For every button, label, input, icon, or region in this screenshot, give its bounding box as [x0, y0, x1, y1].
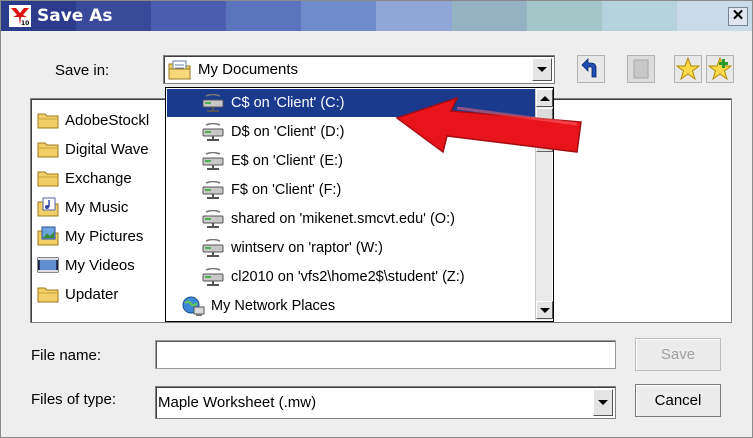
title-bar-segment	[226, 1, 302, 31]
dropdown-item-label: wintserv on 'raptor' (W:)	[231, 240, 383, 256]
dropdown-item-o-drive[interactable]: shared on 'mikenet.smcvt.edu' (O:)	[167, 205, 535, 233]
list-item[interactable]: Updater	[37, 282, 169, 306]
maple-app-icon: 10	[9, 5, 31, 27]
folder-icon	[37, 171, 59, 187]
title-bar-segment	[301, 1, 377, 31]
dropdown-item-label: F$ on 'Client' (F:)	[231, 182, 342, 198]
network-drive-icon	[202, 239, 224, 257]
dropdown-item-label: D$ on 'Client' (D:)	[231, 124, 345, 140]
save-in-dropdown-button[interactable]	[532, 58, 552, 81]
title-bar-segment	[526, 1, 602, 31]
files-of-type-combo[interactable]: Maple Worksheet (.mw)	[155, 386, 616, 419]
dropdown-item-label: E$ on 'Client' (E:)	[231, 153, 343, 169]
star-icon	[676, 57, 700, 81]
network-drive-icon	[202, 210, 224, 228]
network-drive-icon	[202, 152, 224, 170]
title-bar-segment	[151, 1, 227, 31]
svg-text:10: 10	[21, 20, 29, 27]
new-folder-button[interactable]	[627, 55, 655, 83]
file-label: My Pictures	[65, 227, 144, 245]
list-item[interactable]: My Pictures	[37, 224, 169, 248]
title-bar-segment	[451, 1, 527, 31]
window-title: Save As	[37, 6, 113, 26]
folder-icon	[37, 287, 59, 303]
close-icon: ✕	[731, 7, 745, 24]
dropdown-item-label: shared on 'mikenet.smcvt.edu' (O:)	[231, 211, 455, 227]
network-drive-icon	[202, 94, 224, 112]
dropdown-item-f-drive[interactable]: F$ on 'Client' (F:)	[167, 176, 535, 204]
network-drive-icon	[202, 123, 224, 141]
folder-documents-icon	[168, 60, 191, 79]
videos-folder-icon	[37, 257, 59, 273]
save-as-dialog: 10 Save As ✕ Save in: My Documents Adobe…	[0, 0, 753, 438]
network-drive-icon	[202, 181, 224, 199]
file-label: Digital Wave	[65, 140, 149, 158]
list-item[interactable]: Digital Wave	[37, 137, 169, 161]
folder-icon	[37, 142, 59, 158]
chevron-down-icon	[598, 400, 608, 405]
folder-icon	[37, 113, 59, 129]
network-places-icon	[182, 296, 205, 316]
title-bar-segment	[376, 1, 452, 31]
files-of-type-label: Files of type:	[31, 391, 117, 408]
file-label: My Music	[65, 198, 129, 216]
save-in-value: My Documents	[198, 61, 299, 78]
up-folder-button[interactable]	[577, 55, 605, 83]
dropdown-item-label: cl2010 on 'vfs2\home2$\student' (Z:)	[231, 269, 465, 285]
up-arrow-icon	[581, 58, 597, 78]
list-item[interactable]: My Videos	[37, 253, 169, 277]
star-add-icon	[708, 57, 732, 81]
list-item[interactable]: My Music	[37, 195, 169, 219]
music-folder-icon	[37, 197, 59, 217]
scroll-down-button[interactable]	[536, 301, 553, 319]
chevron-down-icon	[537, 67, 547, 72]
title-bar-segment	[601, 1, 677, 31]
files-of-type-dropdown-button[interactable]	[593, 389, 613, 416]
save-button[interactable]: Save	[635, 338, 721, 371]
save-in-label: Save in:	[55, 62, 110, 79]
save-in-combo[interactable]: My Documents	[163, 55, 555, 84]
file-label: My Videos	[65, 256, 135, 274]
list-item[interactable]: AdobeStockl	[37, 108, 169, 132]
file-name-label: File name:	[31, 347, 102, 364]
network-drive-icon	[202, 268, 224, 286]
list-item[interactable]: Exchange	[37, 166, 169, 190]
file-label: Exchange	[65, 169, 132, 187]
title: 10 Save As	[9, 4, 113, 28]
dropdown-item-network-places[interactable]: My Network Places	[167, 292, 535, 320]
red-arrow-icon	[395, 96, 582, 154]
files-of-type-value: Maple Worksheet (.mw)	[158, 394, 317, 411]
close-button[interactable]: ✕	[728, 7, 748, 26]
blank-icon	[633, 59, 649, 79]
title-bar	[1, 1, 752, 31]
add-favorite-button[interactable]	[706, 55, 734, 83]
dropdown-item-w-drive[interactable]: wintserv on 'raptor' (W:)	[167, 234, 535, 262]
file-label: Updater	[65, 285, 119, 303]
file-label: AdobeStockl	[65, 111, 150, 129]
chevron-down-icon	[539, 307, 550, 313]
dropdown-item-label: My Network Places	[211, 298, 336, 314]
favorites-button[interactable]	[674, 55, 702, 83]
cancel-button[interactable]: Cancel	[635, 384, 721, 417]
file-name-input[interactable]	[155, 340, 616, 369]
dropdown-item-z-drive[interactable]: cl2010 on 'vfs2\home2$\student' (Z:)	[167, 263, 535, 291]
pictures-folder-icon	[37, 226, 59, 246]
dropdown-item-label: C$ on 'Client' (C:)	[231, 95, 345, 111]
